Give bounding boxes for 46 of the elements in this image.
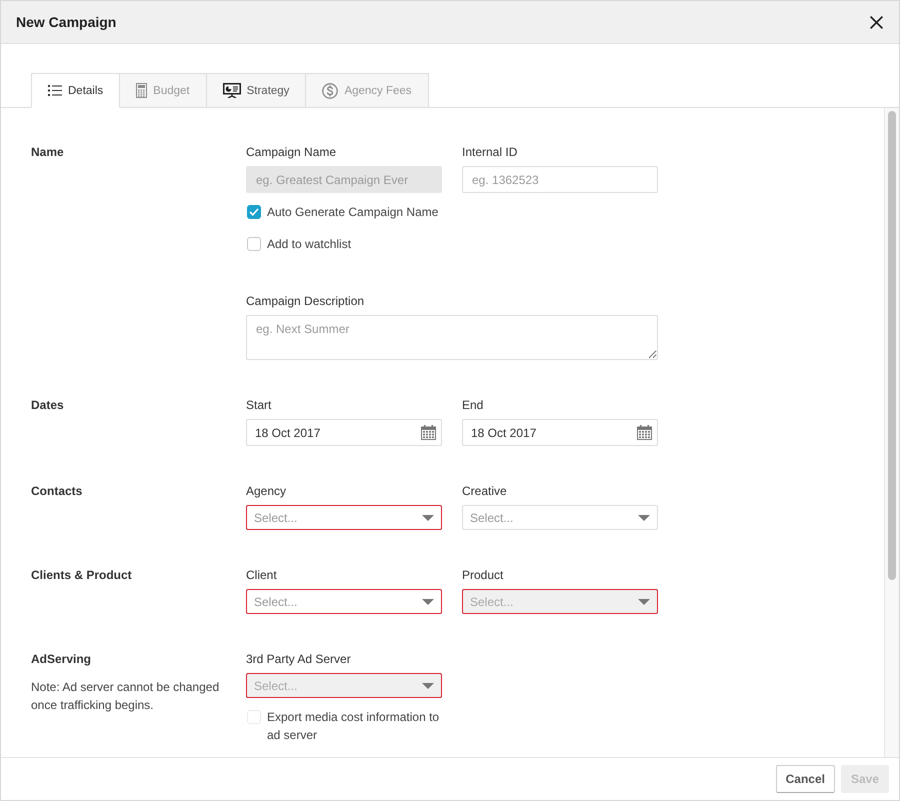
field-label: Campaign Description bbox=[246, 294, 364, 308]
dropdown-field[interactable]: Select... bbox=[246, 589, 442, 614]
field-label: Product bbox=[462, 568, 504, 582]
section-title: AdServing bbox=[31, 652, 92, 666]
dropdown-field[interactable]: Select... bbox=[462, 505, 658, 530]
field-label: Campaign Name bbox=[246, 145, 336, 159]
tab[interactable]: Strategy bbox=[206, 73, 306, 108]
checkbox-label: Export media cost information to ad server bbox=[267, 709, 440, 744]
section-title: Dates bbox=[31, 398, 64, 412]
field-label: Client bbox=[246, 568, 277, 582]
field-label: Internal ID bbox=[462, 145, 518, 159]
presentation-board-icon bbox=[222, 83, 241, 98]
scrollbar-track[interactable] bbox=[884, 108, 899, 757]
dropdown-field[interactable]: Select... bbox=[246, 505, 442, 530]
checkbox-label: Auto Generate Campaign Name bbox=[267, 204, 438, 221]
list-icon bbox=[48, 85, 62, 96]
checkbox-label: Add to watchlist bbox=[267, 236, 352, 253]
field-label: Creative bbox=[462, 484, 507, 498]
caret-icon bbox=[638, 598, 650, 604]
caret-icon bbox=[422, 598, 434, 604]
tab[interactable]: Details bbox=[31, 73, 120, 108]
button[interactable]: Cancel bbox=[776, 765, 835, 793]
field-label: 3rd Party Ad Server bbox=[246, 652, 351, 666]
field-label: End bbox=[462, 398, 484, 412]
checkbox[interactable] bbox=[247, 205, 261, 219]
caret-icon bbox=[422, 682, 434, 688]
dollar-circle-icon bbox=[322, 82, 338, 98]
calendar-icon[interactable] bbox=[637, 425, 652, 440]
text-area[interactable]: eg. Next Summer bbox=[246, 315, 658, 360]
window-title: New Campaign bbox=[16, 13, 116, 31]
scrollbar-thumb[interactable] bbox=[888, 111, 896, 580]
caret-icon bbox=[422, 514, 434, 520]
section-title: Name bbox=[31, 145, 64, 159]
date-field[interactable]: 18 Oct 2017 bbox=[462, 419, 658, 446]
close-icon bbox=[870, 16, 883, 28]
calculator-icon bbox=[136, 83, 148, 98]
calendar-icon[interactable] bbox=[421, 425, 436, 440]
section-title: Clients & Product bbox=[31, 568, 132, 582]
checkbox[interactable] bbox=[247, 237, 261, 251]
note-text: Note: Ad server cannot be changed once trafficking begins. bbox=[31, 679, 220, 714]
date-field[interactable]: 18 Oct 2017 bbox=[246, 419, 442, 446]
text-field[interactable]: eg. 1362523 bbox=[462, 166, 658, 193]
section-title: Contacts bbox=[31, 484, 82, 498]
field-label: Agency bbox=[246, 484, 286, 498]
field-label: Start bbox=[246, 398, 272, 412]
caret-icon bbox=[638, 514, 650, 520]
